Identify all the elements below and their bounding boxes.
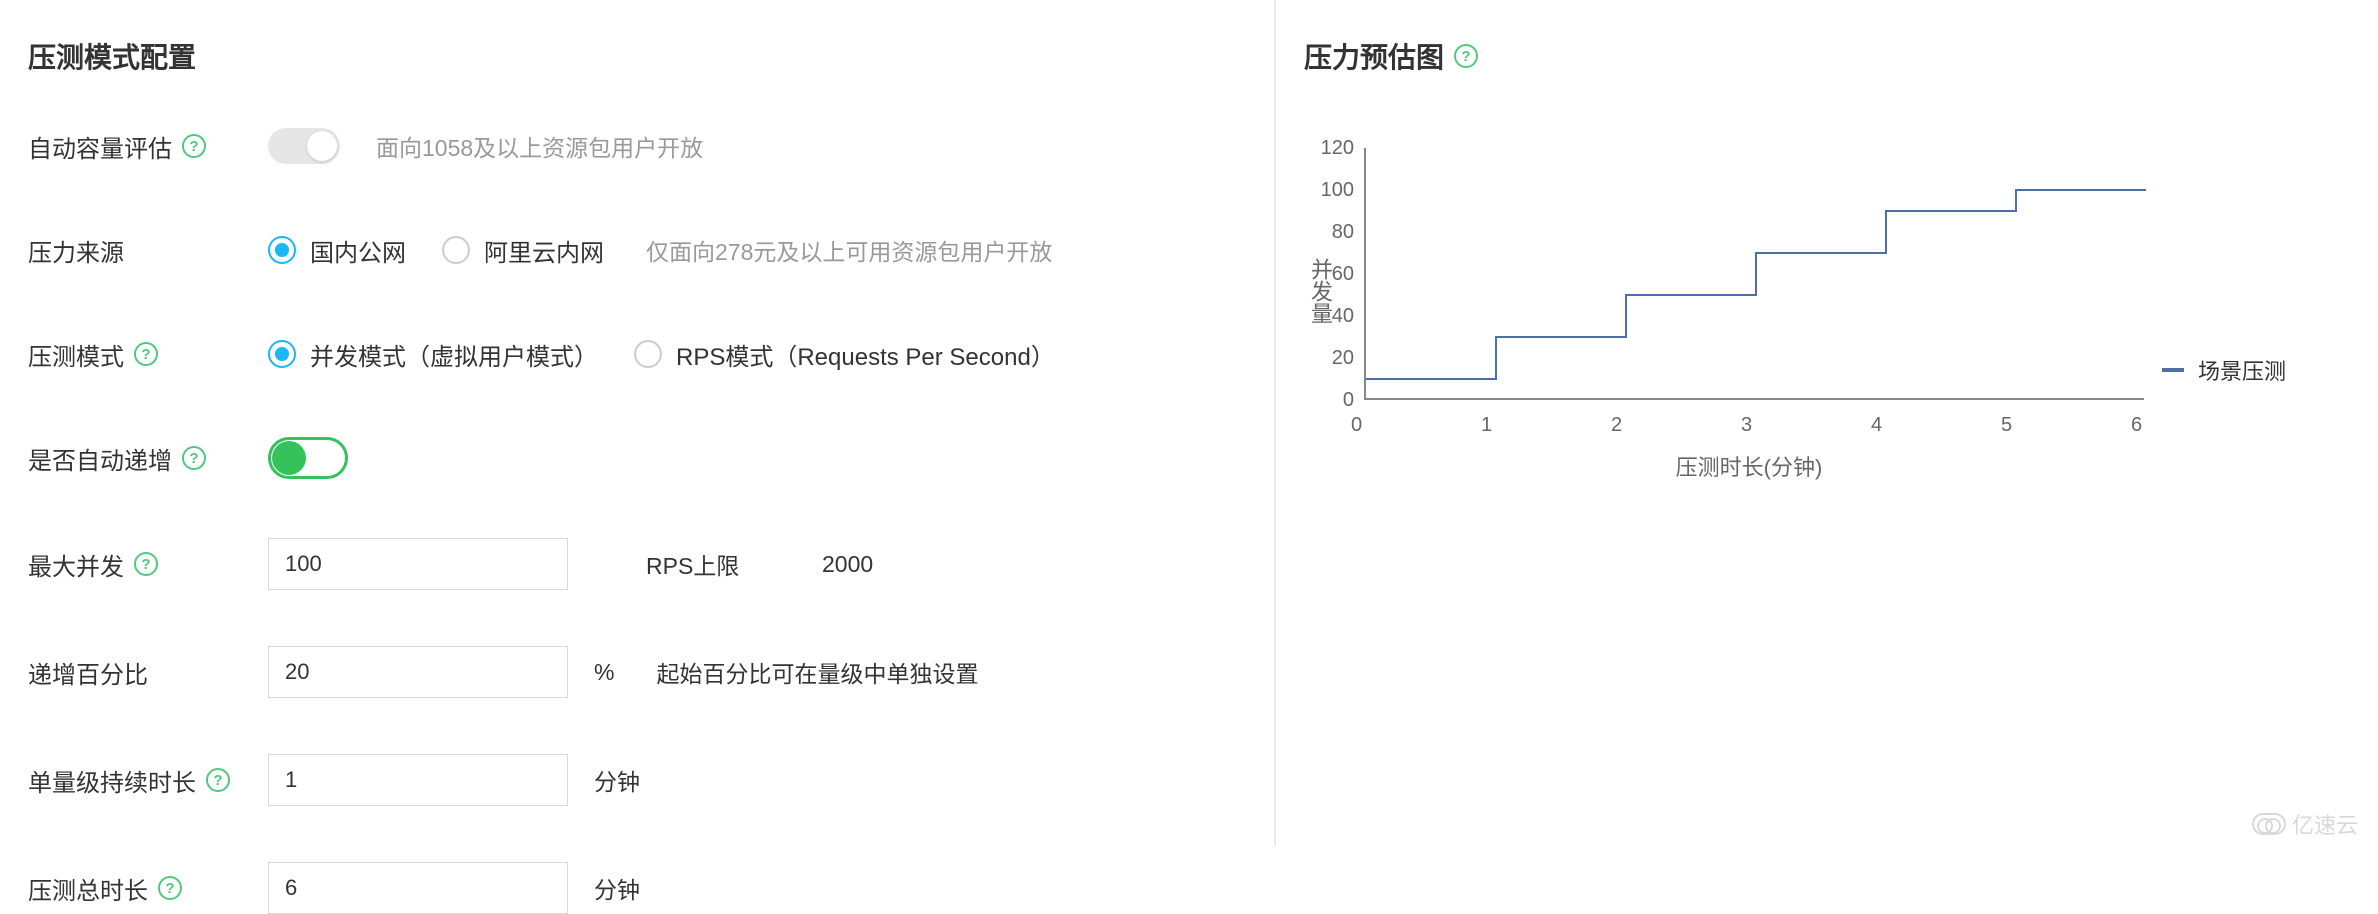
legend-label: 场景压测 [2198,354,2286,386]
chart-plot-area [1364,148,2144,400]
x-axis-label: 压测时长(分钟) [1676,450,1823,482]
auto-increment-switch[interactable] [268,437,348,479]
total-duration-input[interactable] [268,862,568,914]
label-auto-increment: 是否自动递增 ? [28,441,268,476]
config-title: 压测模式配置 [28,36,1246,76]
config-panel: 压测模式配置 自动容量评估 ? 面向1058及以上资源包用户开放 压力来源 国内… [0,0,1276,846]
radio-mode-concurrency[interactable] [268,340,296,368]
help-icon[interactable]: ? [158,876,182,900]
config-title-text: 压测模式配置 [28,36,196,76]
increment-pct-hint: 起始百分比可在量级中单独设置 [656,655,978,689]
source-hint: 仅面向278元及以上可用资源包用户开放 [646,233,1052,267]
radio-label-mode-concurrency[interactable]: 并发模式（虚拟用户模式） [310,337,598,372]
chart-wrap: 并发量 120 100 80 60 40 20 0 [1304,148,2350,482]
step-duration-input[interactable] [268,754,568,806]
row-auto-increment: 是否自动递增 ? [28,434,1246,482]
help-icon[interactable]: ? [182,134,206,158]
row-source: 压力来源 国内公网 阿里云内网 仅面向278元及以上可用资源包用户开放 [28,226,1246,274]
radio-source-public[interactable] [268,236,296,264]
auto-capacity-hint: 面向1058及以上资源包用户开放 [376,129,703,163]
watermark: 亿速云 [2252,808,2358,840]
step-duration-unit: 分钟 [594,763,640,797]
label-source: 压力来源 [28,233,268,268]
help-icon[interactable]: ? [182,446,206,470]
increment-pct-input[interactable] [268,646,568,698]
row-auto-capacity: 自动容量评估 ? 面向1058及以上资源包用户开放 [28,122,1246,170]
label-total-duration: 压测总时长 ? [28,871,268,906]
radio-mode-rps[interactable] [634,340,662,368]
rps-limit-label: RPS上限 [646,547,766,581]
label-step-duration: 单量级持续时长 ? [28,763,268,798]
total-duration-unit: 分钟 [594,871,640,905]
row-mode: 压测模式 ? 并发模式（虚拟用户模式） RPS模式（Requests Per S… [28,330,1246,378]
chart-legend: 场景压测 [2162,354,2286,386]
row-total-duration: 压测总时长 ? 分钟 [28,862,1246,914]
row-step-duration: 单量级持续时长 ? 分钟 [28,754,1246,806]
row-increment-pct: 递增百分比 % 起始百分比可在量级中单独设置 [28,646,1246,698]
increment-pct-unit: % [594,659,614,686]
label-max-concurrency: 最大并发 ? [28,547,268,582]
help-icon[interactable]: ? [1454,44,1478,68]
help-icon[interactable]: ? [134,342,158,366]
watermark-icon [2252,813,2286,835]
auto-capacity-switch[interactable] [268,128,340,164]
label-auto-capacity: 自动容量评估 ? [28,129,268,164]
chart-svg [1366,148,2146,400]
label-increment-pct: 递增百分比 [28,655,268,690]
chart-title: 压力预估图 ? [1304,36,2350,76]
row-max-concurrency: 最大并发 ? RPS上限 2000 [28,538,1246,590]
radio-source-internal[interactable] [442,236,470,264]
help-icon[interactable]: ? [206,768,230,792]
help-icon[interactable]: ? [134,552,158,576]
rps-limit-value: 2000 [822,551,873,578]
label-mode: 压测模式 ? [28,337,268,372]
chart-title-text: 压力预估图 [1304,36,1444,76]
chart-panel: 压力预估图 ? 并发量 120 100 80 60 40 20 0 [1276,0,2378,846]
max-concurrency-input[interactable] [268,538,568,590]
radio-label-source-public[interactable]: 国内公网 [310,233,406,268]
legend-swatch [2162,368,2184,372]
radio-label-source-internal[interactable]: 阿里云内网 [484,233,604,268]
radio-label-mode-rps[interactable]: RPS模式（Requests Per Second） [676,337,1055,372]
